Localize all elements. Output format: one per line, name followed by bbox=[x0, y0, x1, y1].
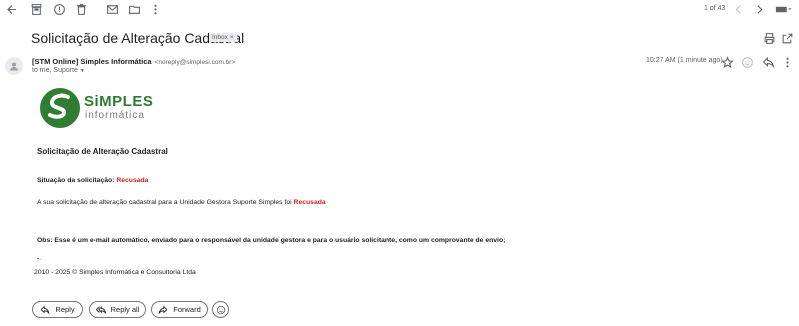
reply-all-label: Reply all bbox=[110, 305, 140, 314]
delete-icon[interactable] bbox=[72, 0, 90, 18]
more-vert-icon[interactable] bbox=[146, 0, 164, 18]
mark-unread-icon[interactable] bbox=[103, 0, 121, 18]
emoji-icon[interactable] bbox=[738, 53, 756, 71]
keyboard-icon[interactable] bbox=[772, 0, 796, 18]
print-icon[interactable] bbox=[760, 29, 778, 47]
forward-button[interactable]: Forward bbox=[151, 301, 208, 318]
close-icon[interactable]: × bbox=[230, 34, 234, 41]
status-value: Recusada bbox=[116, 177, 149, 184]
inbox-label[interactable]: Inbox × bbox=[209, 33, 237, 42]
sender-line: [STM Online] Simples Informática <norepl… bbox=[32, 57, 235, 66]
emoji-icon bbox=[216, 305, 225, 314]
simples-logo: SiMPLES informática bbox=[38, 86, 158, 130]
reply-button[interactable]: Reply bbox=[32, 301, 83, 318]
footer-copyright: 2010 - 2025 © Simples Informática e Cons… bbox=[34, 269, 196, 276]
logo-name: SiMPLES bbox=[84, 93, 154, 110]
simples-logo-icon bbox=[40, 88, 80, 128]
message-line: A sua solicitação de alteração cadastral… bbox=[37, 199, 326, 206]
note-text: Obs: Esse é um e-mail automático, enviad… bbox=[37, 237, 506, 244]
next-icon[interactable] bbox=[750, 0, 768, 18]
reply-all-button[interactable]: Reply all bbox=[89, 301, 146, 318]
chevron-down-icon[interactable]: ▼ bbox=[80, 68, 85, 74]
message-text: A sua solicitação de alteração cadastral… bbox=[37, 199, 292, 206]
sender-email: <noreply@simplesi.com.br> bbox=[154, 59, 236, 66]
move-to-icon[interactable] bbox=[125, 0, 143, 18]
star-icon[interactable] bbox=[718, 53, 736, 71]
logo-tagline: informática bbox=[85, 110, 145, 121]
prev-icon[interactable] bbox=[729, 0, 747, 18]
more-vert-icon[interactable] bbox=[778, 53, 796, 71]
avatar bbox=[5, 57, 23, 75]
archive-icon[interactable] bbox=[27, 0, 45, 18]
status-line: Situação da solicitação: Recusada bbox=[37, 177, 148, 184]
forward-label: Forward bbox=[173, 305, 201, 314]
message-status: Recusada bbox=[293, 199, 326, 206]
recipients-text: to me, Suporte bbox=[32, 67, 78, 74]
reply-icon[interactable] bbox=[759, 53, 777, 71]
reply-icon bbox=[41, 305, 50, 314]
signature-mark: -. bbox=[37, 255, 42, 262]
email-timestamp: 10:27 AM (1 minute ago) bbox=[646, 57, 723, 64]
recipients[interactable]: to me, Suporte ▼ bbox=[32, 67, 85, 74]
pagination-count: 1 of 43 bbox=[704, 5, 726, 12]
open-new-window-icon[interactable] bbox=[778, 29, 796, 47]
reply-all-icon bbox=[95, 305, 106, 314]
body-heading: Solicitação de Alteração Cadastral bbox=[37, 147, 168, 156]
back-arrow-icon[interactable] bbox=[2, 0, 20, 18]
emoji-reaction-button[interactable] bbox=[212, 301, 229, 318]
sender-name: [STM Online] Simples Informática bbox=[32, 57, 152, 66]
report-spam-icon[interactable] bbox=[50, 0, 68, 18]
inbox-label-text: Inbox bbox=[212, 34, 228, 41]
reply-label: Reply bbox=[55, 305, 75, 314]
forward-icon bbox=[158, 305, 168, 314]
status-label: Situação da solicitação: bbox=[37, 177, 115, 184]
